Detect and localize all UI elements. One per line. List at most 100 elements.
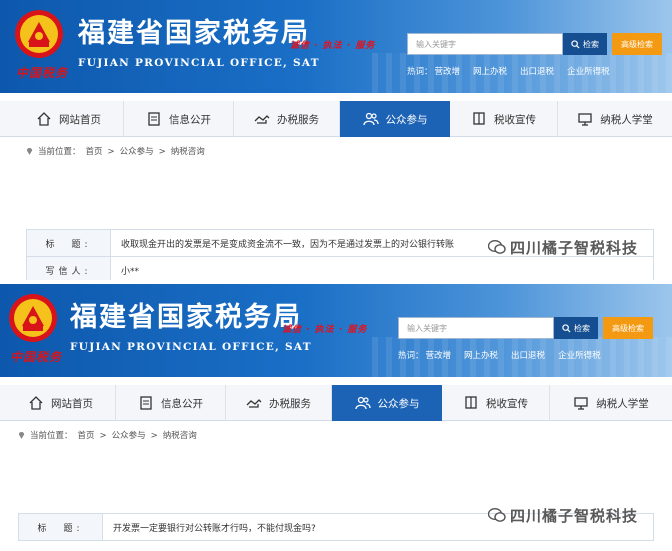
hot-word[interactable]: 企业所得税 bbox=[558, 351, 601, 361]
hot-word[interactable]: 营改增 bbox=[426, 351, 452, 361]
nav-item-promotion[interactable]: 税收宣传 bbox=[450, 101, 558, 137]
people-icon bbox=[362, 112, 379, 126]
breadcrumb-separator: > bbox=[158, 147, 166, 157]
flag-icon bbox=[465, 396, 477, 409]
search-button[interactable]: 检索 bbox=[554, 317, 598, 339]
nav-item-school[interactable]: 纳税人学堂 bbox=[558, 101, 672, 137]
nav-item-promotion[interactable]: 税收宣传 bbox=[442, 385, 550, 421]
breadcrumb-public[interactable]: 公众参与 bbox=[120, 147, 154, 157]
row-key: 标 题: bbox=[27, 230, 111, 256]
nav-item-label: 税收宣传 bbox=[494, 113, 536, 126]
search-icon bbox=[571, 39, 580, 49]
site-title: 福建省国家税务局 bbox=[78, 18, 310, 49]
hot-words: 热词： 营改增 网上办税 出口退税 企业所得税 bbox=[398, 349, 614, 361]
search-button-label: 检索 bbox=[574, 323, 590, 333]
nav-item-label: 税收宣传 bbox=[486, 397, 528, 410]
row-key: 标 题: bbox=[19, 514, 103, 540]
nav-item-home[interactable]: 网站首页 bbox=[6, 385, 116, 421]
advanced-search-button[interactable]: 高级检索 bbox=[603, 317, 653, 339]
breadcrumb-separator: > bbox=[99, 431, 107, 441]
breadcrumb-separator: > bbox=[150, 431, 158, 441]
screenshot-bottom: 中国税务 福建省国家税务局 FUJIAN PROVINCIAL OFFICE, … bbox=[0, 284, 672, 551]
site-title: 福建省国家税务局 bbox=[70, 302, 302, 333]
site-title-english: FUJIAN PROVINCIAL OFFICE, SAT bbox=[78, 57, 320, 69]
tax-emblem-icon bbox=[15, 10, 63, 58]
hot-words-label: 热词： bbox=[398, 351, 424, 361]
site-title-english: FUJIAN PROVINCIAL OFFICE, SAT bbox=[70, 341, 312, 353]
nav-item-label: 信息公开 bbox=[169, 113, 211, 126]
nav-item-public[interactable]: 公众参与 bbox=[340, 101, 450, 137]
watermark-text: 四川橘子智税科技 bbox=[510, 239, 639, 257]
hot-words-label: 热词： bbox=[407, 67, 433, 77]
nav-item-home[interactable]: 网站首页 bbox=[14, 101, 124, 137]
people-icon bbox=[354, 396, 371, 410]
nav-item-service[interactable]: 办税服务 bbox=[234, 101, 340, 137]
breadcrumb-prefix: 当前位置： bbox=[38, 147, 81, 157]
nav-item-label: 网站首页 bbox=[51, 397, 93, 410]
search-button-label: 检索 bbox=[583, 39, 599, 49]
monitor-icon bbox=[578, 113, 592, 126]
nav-item-label: 纳税人学堂 bbox=[596, 397, 649, 410]
tax-emblem-icon bbox=[9, 294, 57, 342]
document-icon bbox=[148, 112, 160, 126]
hot-word[interactable]: 营改增 bbox=[435, 67, 461, 77]
nav-item-public[interactable]: 公众参与 bbox=[332, 385, 442, 421]
document-icon bbox=[140, 396, 152, 410]
slogan: 诚信 · 执法 · 服务 bbox=[290, 41, 376, 51]
handshake-icon bbox=[246, 399, 262, 408]
watermark: 四川橘子智税科技 bbox=[488, 237, 638, 258]
nav-item-service[interactable]: 办税服务 bbox=[226, 385, 332, 421]
seal-text: 中国税务 bbox=[16, 66, 69, 80]
breadcrumb-separator: > bbox=[107, 147, 115, 157]
nav-item-label: 纳税人学堂 bbox=[600, 113, 653, 126]
site-header: 中国税务 福建省国家税务局 FUJIAN PROVINCIAL OFFICE, … bbox=[0, 0, 672, 93]
hot-word[interactable]: 企业所得税 bbox=[567, 67, 610, 77]
wechat-icon bbox=[488, 508, 506, 522]
slogan: 诚信 · 执法 · 服务 bbox=[282, 325, 368, 335]
nav-item-label: 公众参与 bbox=[385, 113, 428, 126]
home-icon bbox=[37, 112, 51, 126]
nav-item-label: 信息公开 bbox=[161, 397, 203, 410]
nav-item-label: 公众参与 bbox=[377, 397, 420, 410]
breadcrumb-home[interactable]: 首页 bbox=[86, 147, 103, 157]
nav-item-label: 网站首页 bbox=[59, 113, 101, 126]
home-icon bbox=[29, 396, 43, 410]
site-header: 中国税务 福建省国家税务局 FUJIAN PROVINCIAL OFFICE, … bbox=[0, 284, 672, 377]
main-nav: 网站首页 信息公开 办税服务 公众参与 税收宣传 纳税人学堂 bbox=[0, 385, 672, 421]
search-input[interactable]: 输入关键字 bbox=[398, 317, 554, 339]
breadcrumb-public[interactable]: 公众参与 bbox=[112, 431, 146, 441]
nav-item-school[interactable]: 纳税人学堂 bbox=[550, 385, 672, 421]
handshake-icon bbox=[254, 115, 270, 124]
watermark-text: 四川橘子智税科技 bbox=[510, 507, 639, 525]
nav-item-info[interactable]: 信息公开 bbox=[124, 101, 234, 137]
breadcrumb-prefix: 当前位置： bbox=[30, 431, 73, 441]
wechat-icon bbox=[488, 240, 506, 254]
search-button[interactable]: 检索 bbox=[563, 33, 607, 55]
watermark: 四川橘子智税科技 bbox=[488, 505, 638, 526]
breadcrumb-home[interactable]: 首页 bbox=[78, 431, 95, 441]
location-pin-icon bbox=[18, 431, 25, 439]
table-row: 写信人: 小** bbox=[26, 257, 654, 280]
row-value: 小** bbox=[121, 266, 140, 277]
hot-word[interactable]: 出口退税 bbox=[520, 67, 554, 77]
nav-item-label: 办税服务 bbox=[269, 397, 311, 410]
breadcrumb-consult[interactable]: 纳税咨询 bbox=[163, 431, 197, 441]
hot-words: 热词： 营改增 网上办税 出口退税 企业所得税 bbox=[407, 65, 623, 77]
main-nav: 网站首页 信息公开 办税服务 公众参与 税收宣传 纳税人学堂 bbox=[0, 101, 672, 137]
search-input[interactable]: 输入关键字 bbox=[407, 33, 563, 55]
hot-word[interactable]: 网上办税 bbox=[473, 67, 507, 77]
monitor-icon bbox=[574, 397, 588, 410]
hot-word[interactable]: 出口退税 bbox=[511, 351, 545, 361]
search-icon bbox=[562, 323, 571, 333]
location-pin-icon bbox=[26, 147, 33, 155]
breadcrumb: 当前位置： 首页 > 公众参与 > 纳税咨询 bbox=[18, 429, 202, 441]
nav-item-label: 办税服务 bbox=[277, 113, 319, 126]
breadcrumb-consult[interactable]: 纳税咨询 bbox=[171, 147, 205, 157]
row-key: 写信人: bbox=[27, 257, 111, 280]
nav-item-info[interactable]: 信息公开 bbox=[116, 385, 226, 421]
screenshot-top: 中国税务 福建省国家税务局 FUJIAN PROVINCIAL OFFICE, … bbox=[0, 0, 672, 280]
flag-icon bbox=[473, 112, 485, 125]
seal-text: 中国税务 bbox=[10, 350, 63, 364]
hot-word[interactable]: 网上办税 bbox=[464, 351, 498, 361]
advanced-search-button[interactable]: 高级检索 bbox=[612, 33, 662, 55]
